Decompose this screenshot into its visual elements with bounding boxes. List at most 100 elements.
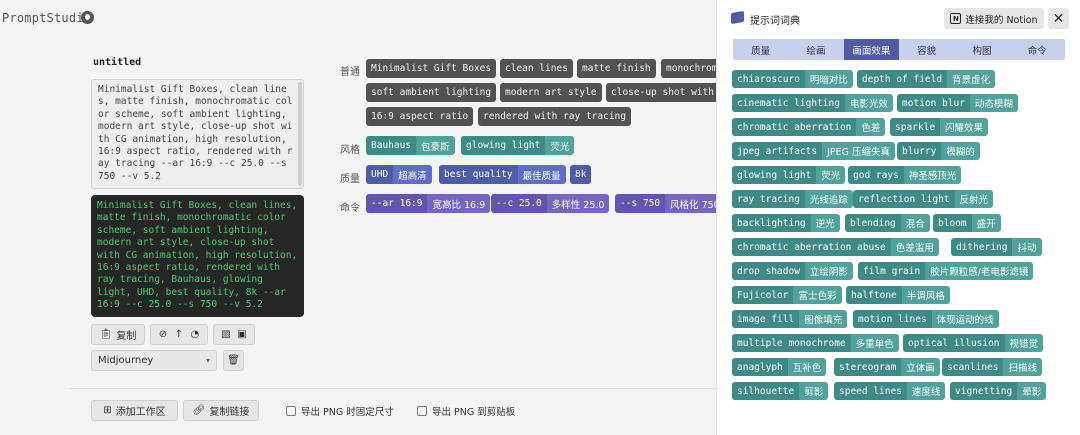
dictionary-tag[interactable]: ray tracing 光线追踪 <box>732 190 853 208</box>
style-tag[interactable]: glowing light 荧光 <box>461 136 575 155</box>
dictionary-tag[interactable]: jpeg artifacts JPEG 压缩失真 <box>732 142 895 160</box>
export-fixed-size-checkbox[interactable]: 导出 PNG 时固定尺寸 <box>286 404 394 418</box>
picture-icon[interactable]: ▣ <box>237 329 246 340</box>
dictionary-header: 提示词词典 N 连接我的 Notion ✕ <box>717 0 1080 36</box>
dictionary-tag[interactable]: chiaroscuro 明暗对比 <box>732 70 853 88</box>
dictionary-tag[interactable]: chromatic aberration abuse 色差滥用 <box>732 238 939 256</box>
dictionary-tag-zh: 富士色彩 <box>793 286 842 304</box>
dictionary-tag[interactable]: glowing light 荧光 <box>732 166 846 184</box>
clear-icon[interactable]: ⊘ <box>159 329 167 340</box>
export-clipboard-checkbox[interactable]: 导出 PNG 到剪贴板 <box>417 404 515 418</box>
tab-painting[interactable]: 绘画 <box>788 39 843 60</box>
prompt-tag[interactable]: soft ambient lighting <box>366 83 497 102</box>
dictionary-tag[interactable]: reflection light 反射光 <box>853 190 994 208</box>
close-button[interactable]: ✕ <box>1048 8 1069 29</box>
dictionary-tag-en: multiple monochrome <box>732 334 851 352</box>
arrow-up-icon[interactable]: ↑ <box>175 329 183 340</box>
dictionary-tag[interactable]: optical illusion 视错觉 <box>903 334 1044 352</box>
document-title[interactable]: untitled <box>93 57 141 68</box>
command-tag[interactable]: --s 750 风格化 750 <box>615 194 716 213</box>
prompt-tag[interactable]: monochrom <box>661 59 716 78</box>
dictionary-tag[interactable]: vignetting 晕影 <box>950 382 1047 400</box>
dictionary-tag-zh: 电影光效 <box>844 94 893 112</box>
divider <box>70 388 715 389</box>
quality-tag[interactable]: 8k <box>570 165 592 184</box>
prompt-tag[interactable]: 16:9 aspect ratio <box>366 107 474 126</box>
prompt-tag[interactable]: modern art style <box>500 83 602 102</box>
tab-composition[interactable]: 构图 <box>954 39 1009 60</box>
add-workspace-label: 添加工作区 <box>115 407 166 418</box>
dictionary-tag[interactable]: cinematic lighting 电影光效 <box>732 94 893 112</box>
tab-visual-effects[interactable]: 画面效果 <box>843 39 899 60</box>
dictionary-tag[interactable]: backlighting 逆光 <box>732 214 840 232</box>
dictionary-tag[interactable]: blending 混合 <box>845 214 930 232</box>
dictionary-tag[interactable]: Fujicolor 富士色彩 <box>732 286 842 304</box>
dictionary-tag[interactable]: bloom 盛开 <box>933 214 1001 232</box>
dictionary-tag[interactable]: chromatic aberration 色差 <box>732 118 886 136</box>
dictionary-tag-zh: 闪耀效果 <box>940 118 989 136</box>
dictionary-tag[interactable]: motion lines 体现运动的线 <box>853 310 999 328</box>
dictionary-tag[interactable]: god rays 神圣感顶光 <box>848 166 962 184</box>
quality-tag[interactable]: UHD 超高清 <box>366 165 432 184</box>
delete-button[interactable]: 🗑︎ <box>223 350 244 371</box>
prompt-output: Minimalist Gift Boxes, clean lines, matt… <box>91 195 304 317</box>
dictionary-tag[interactable]: film grain 胶片颗粒感/老电影滤镜 <box>858 262 1034 280</box>
dictionary-tag[interactable]: depth of field 背景虚化 <box>857 70 996 88</box>
dictionary-tag-zh: 多重单色 <box>850 334 899 352</box>
dictionary-tag[interactable]: blurry 模糊的 <box>897 142 980 160</box>
dictionary-tag[interactable]: motion blur 动态模糊 <box>897 94 1018 112</box>
dictionary-tag-zh: 逆光 <box>810 214 840 232</box>
github-icon[interactable] <box>81 11 94 24</box>
checkbox[interactable] <box>417 406 427 416</box>
dictionary-tag[interactable]: image fill 图像填充 <box>732 310 848 328</box>
quality-tag[interactable]: best quality 最佳质量 <box>439 165 566 184</box>
palette-icon[interactable]: ◔ <box>190 329 199 340</box>
checkbox[interactable] <box>286 406 296 416</box>
dictionary-tag-en: chromatic aberration abuse <box>732 238 891 256</box>
dictionary-tag-en: image fill <box>732 310 800 328</box>
dictionary-tag[interactable]: dithering 抖动 <box>951 238 1042 256</box>
dictionary-tag[interactable]: anaglyph 互补色 <box>732 358 827 376</box>
copy-button[interactable]: 📋︎ 复制 <box>91 324 145 345</box>
dictionary-tag-zh: 图像填充 <box>799 310 848 328</box>
tab-appearance[interactable]: 容貌 <box>899 39 954 60</box>
dictionary-tag[interactable]: scanlines 扫描线 <box>942 358 1042 376</box>
dictionary-tag-en: depth of field <box>857 70 948 88</box>
dictionary-tag[interactable]: silhouette 剪影 <box>732 382 829 400</box>
dictionary-tag-en: chromatic aberration <box>732 118 857 136</box>
dictionary-tag[interactable]: sparkle 闪耀效果 <box>890 118 989 136</box>
dictionary-tag-en: vignetting <box>950 382 1018 400</box>
prompt-tag[interactable]: clean lines <box>500 59 573 78</box>
prompt-tag[interactable]: matte finish <box>577 59 656 78</box>
prompt-tag[interactable]: Minimalist Gift Boxes <box>366 59 497 78</box>
model-select[interactable]: Midjourney ▾ <box>91 350 217 371</box>
prompt-tag[interactable]: close-up shot with <box>606 83 716 102</box>
tab-quality[interactable]: 质量 <box>733 39 788 60</box>
dictionary-tag-zh: 晕影 <box>1017 382 1047 400</box>
dictionary-tag[interactable]: multiple monochrome 多重单色 <box>732 334 899 352</box>
dictionary-tag-en: god rays <box>848 166 904 184</box>
image-icon[interactable]: ▧ <box>221 329 230 340</box>
add-workspace-button[interactable]: ⊞ 添加工作区 <box>91 400 178 421</box>
book-icon <box>731 10 744 25</box>
command-tag[interactable]: --c 25.0 多样性 25.0 <box>491 194 610 213</box>
dictionary-tag-zh: 立绘阴影 <box>804 262 853 280</box>
dictionary-tag[interactable]: stereogram 立体画 <box>834 358 940 376</box>
close-icon: ✕ <box>1052 10 1065 27</box>
dictionary-tag-en: scanlines <box>942 358 1004 376</box>
dictionary-tag-en: jpeg artifacts <box>732 142 823 160</box>
dictionary-tag-zh: 体现运动的线 <box>931 310 999 328</box>
prompt-scrollbar[interactable] <box>298 82 302 186</box>
command-tag[interactable]: --ar 16:9 宽高比 16:9 <box>366 194 491 213</box>
tab-command[interactable]: 命令 <box>1010 39 1065 60</box>
dictionary-tag-zh: 速度线 <box>906 382 946 400</box>
dictionary-tag[interactable]: speed lines 速度线 <box>834 382 946 400</box>
copy-link-button[interactable]: 🔗︎ 复制链接 <box>183 400 259 421</box>
prompt-input[interactable]: Minimalist Gift Boxes, clean lines, matt… <box>91 79 304 189</box>
style-tag[interactable]: Bauhaus 包豪斯 <box>366 136 455 155</box>
model-select-value: Midjourney <box>98 355 154 366</box>
prompt-tag[interactable]: rendered with ray tracing <box>478 107 631 126</box>
connect-notion-button[interactable]: N 连接我的 Notion <box>944 8 1044 29</box>
dictionary-tag[interactable]: drop shadow 立绘阴影 <box>732 262 853 280</box>
dictionary-tag[interactable]: halftone 半调风格 <box>846 286 950 304</box>
